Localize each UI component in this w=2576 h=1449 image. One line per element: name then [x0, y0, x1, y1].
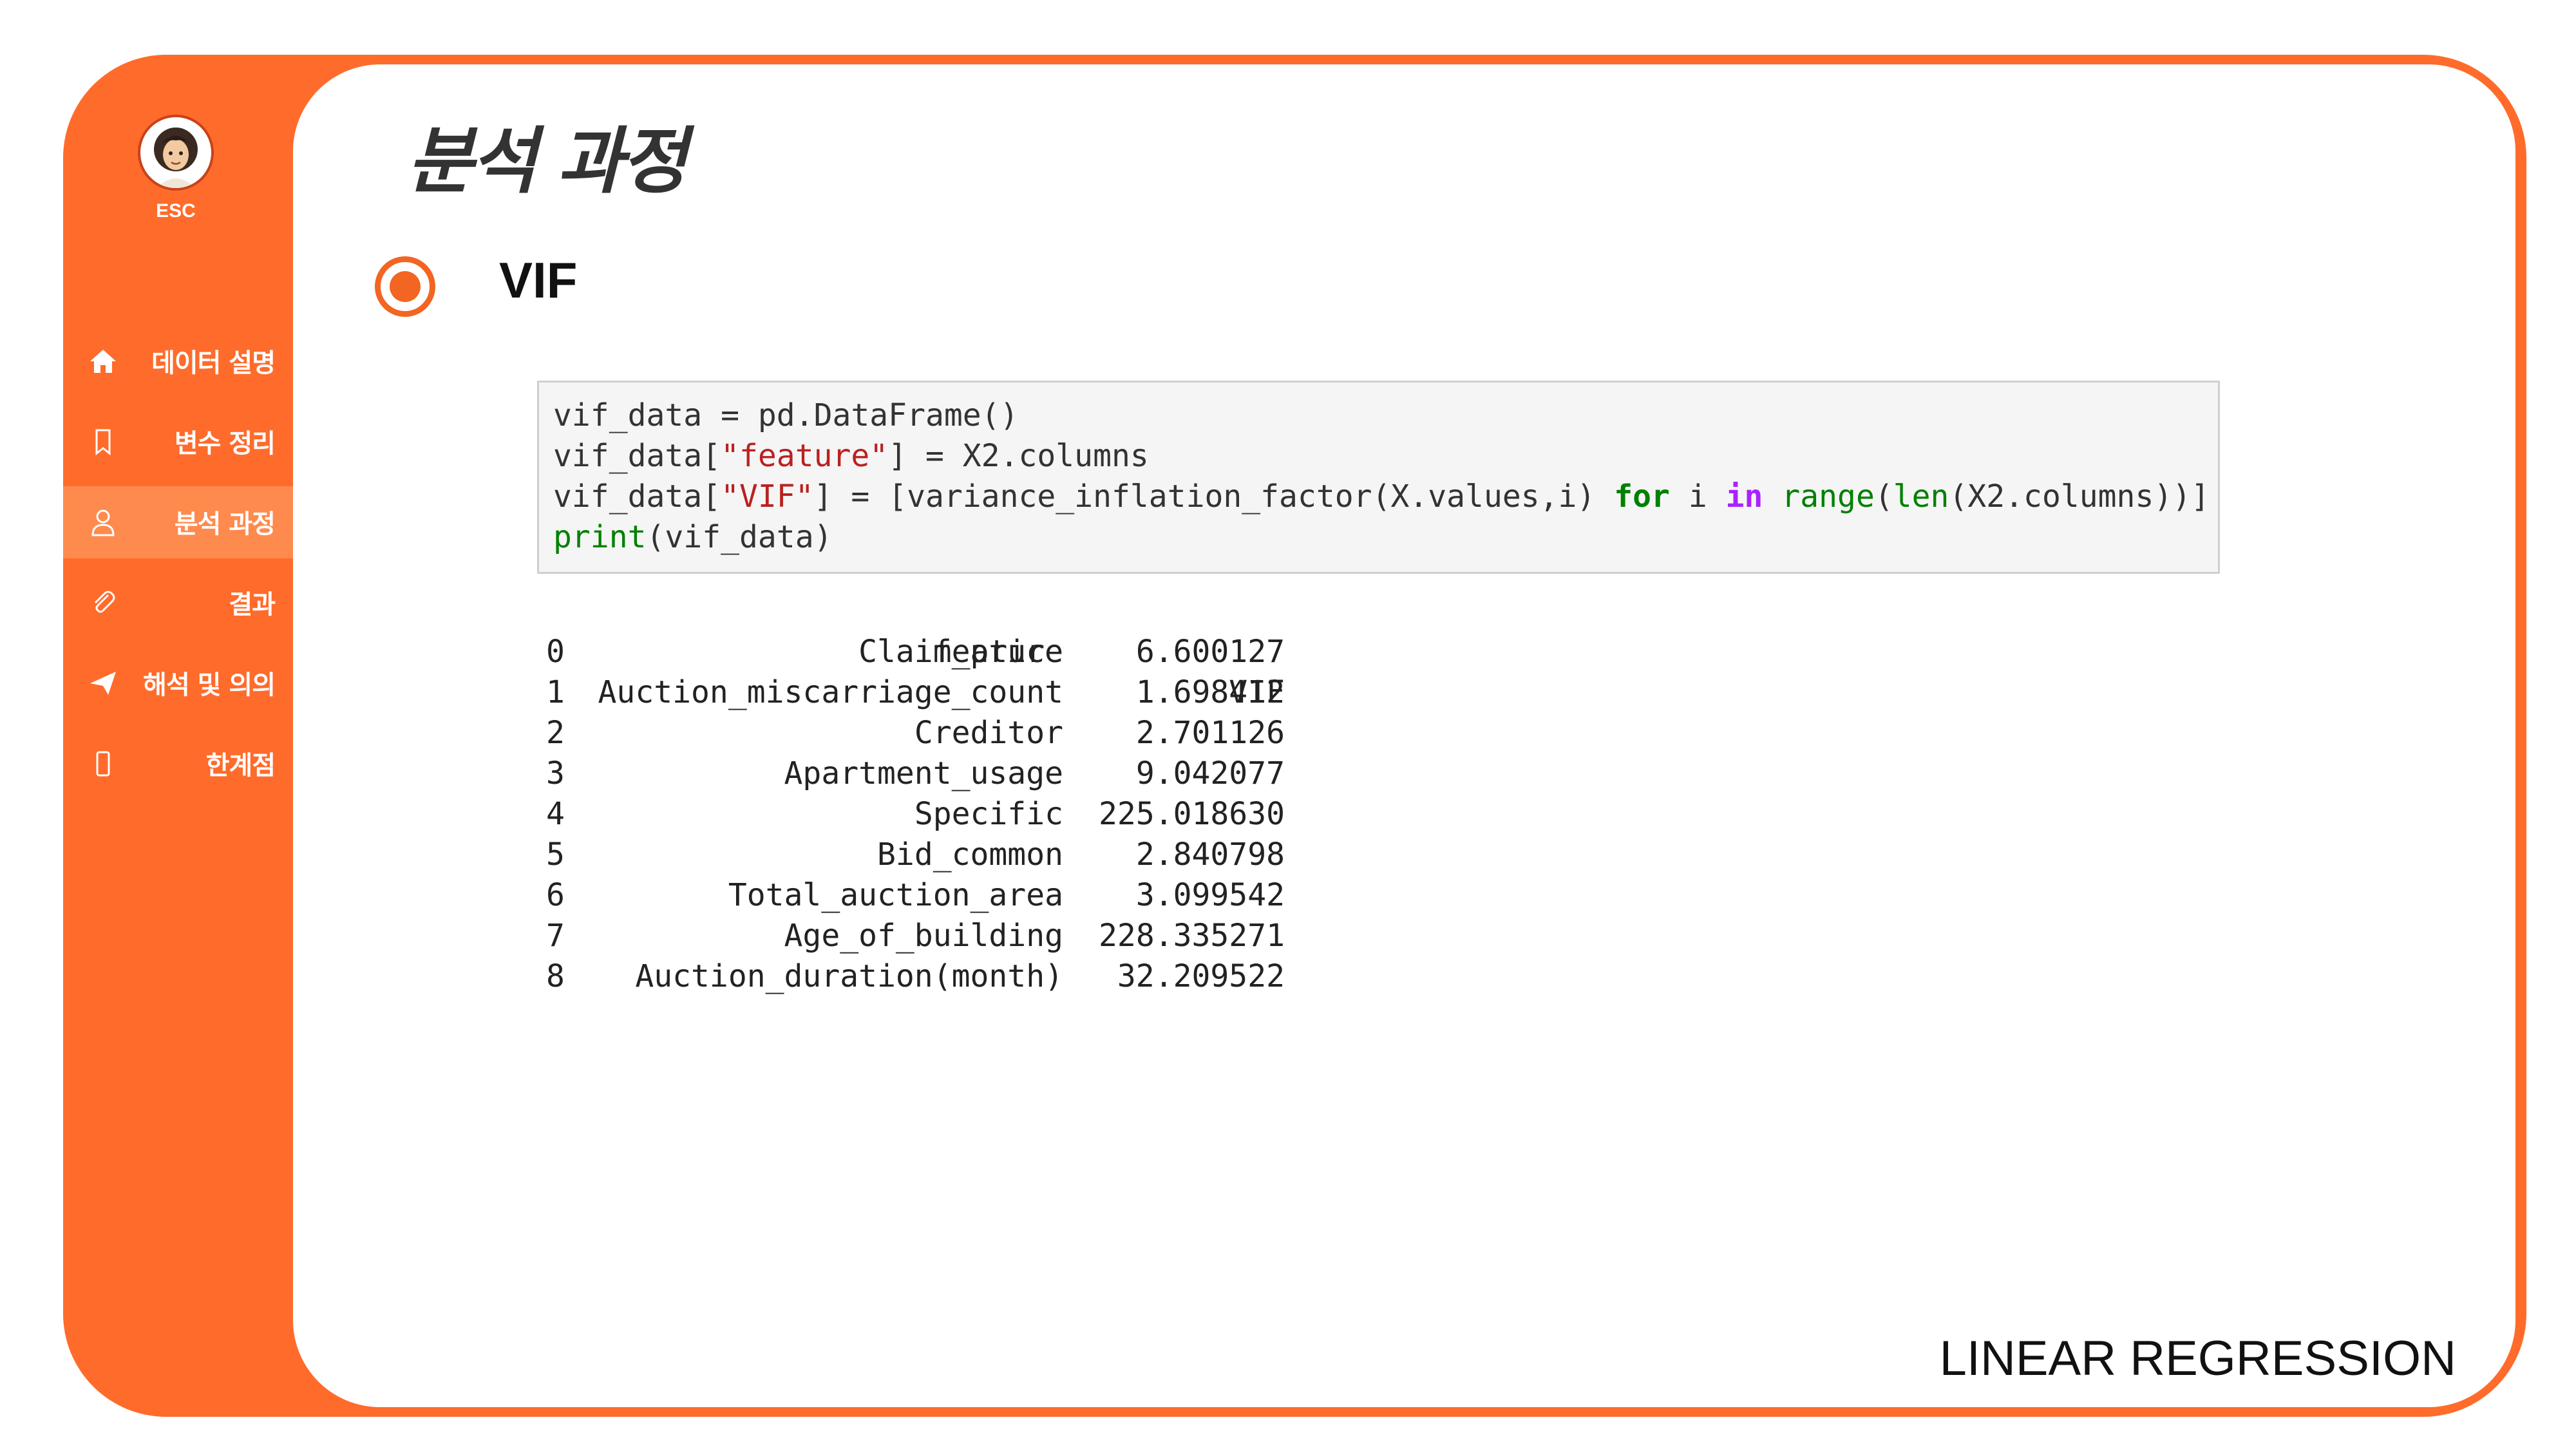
row-index: 6: [546, 877, 565, 913]
table-header: feature VIF: [0, 591, 2576, 753]
row-feature: Apartment_usage: [784, 755, 1063, 791]
row-vif: 9.042077: [1135, 755, 1285, 791]
nav-item-variable-summary[interactable]: 변수 정리: [63, 406, 293, 478]
code-cell[interactable]: vif_data = pd.DataFrame() vif_data["feat…: [537, 381, 2220, 574]
row-index: 0: [546, 634, 565, 670]
brand-label: ESC: [156, 200, 196, 222]
row-vif: 2.701126: [1135, 715, 1285, 751]
bookmark-icon: [86, 425, 120, 459]
row-index: 5: [546, 837, 565, 873]
row-vif: 228.335271: [1099, 918, 1285, 954]
code-line-4: print(vif_data): [553, 519, 833, 555]
row-index: 3: [546, 755, 565, 791]
home-icon: [86, 345, 120, 378]
row-vif: 3.099542: [1135, 877, 1285, 913]
row-feature: Age_of_building: [784, 918, 1063, 954]
row-index: 1: [546, 674, 565, 710]
section-title: VIF: [499, 252, 578, 308]
nav-label: 데이터 설명: [151, 348, 276, 378]
code-line-2: vif_data["feature"] = X2.columns: [553, 438, 1149, 474]
nav-label: 분석 과정: [174, 509, 276, 539]
row-feature: Claim_price: [858, 634, 1063, 670]
code-line-3: vif_data["VIF"] = [variance_inflation_fa…: [553, 478, 2210, 515]
section-bullet-icon: [375, 256, 435, 317]
avatar[interactable]: [138, 115, 214, 191]
row-feature: Creditor: [914, 715, 1063, 751]
row-vif: 6.600127: [1135, 634, 1285, 670]
row-index: 7: [546, 918, 565, 954]
row-feature: Specific: [914, 796, 1063, 832]
avatar-face-icon: [154, 128, 198, 188]
row-index: 2: [546, 715, 565, 751]
row-vif: 1.698412: [1135, 674, 1285, 710]
footer-label: LINEAR REGRESSION: [1939, 1331, 2456, 1386]
row-feature: Auction_miscarriage_count: [598, 674, 1063, 710]
user-icon: [86, 506, 120, 539]
nav-item-analysis-process[interactable]: 분석 과정: [63, 486, 293, 558]
row-feature: Auction_duration(month): [635, 958, 1063, 994]
row-vif: 2.840798: [1135, 837, 1285, 873]
row-index: 8: [546, 958, 565, 994]
row-index: 4: [546, 796, 565, 832]
nav-item-data-description[interactable]: 데이터 설명: [63, 325, 293, 397]
row-feature: Bid_common: [877, 837, 1063, 873]
code-line-1: vif_data = pd.DataFrame(): [553, 397, 1019, 433]
page-title: 분석 과정: [407, 120, 687, 204]
row-vif: 225.018630: [1099, 796, 1285, 832]
row-feature: Total_auction_area: [728, 877, 1063, 913]
row-vif: 32.209522: [1117, 958, 1285, 994]
nav-label: 변수 정리: [174, 429, 276, 459]
